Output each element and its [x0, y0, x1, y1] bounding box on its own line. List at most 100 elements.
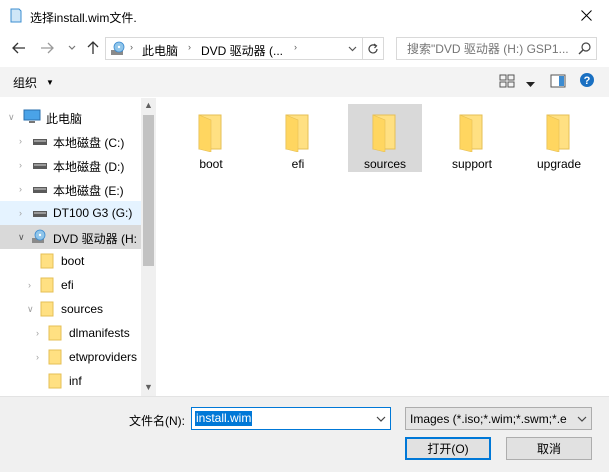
- cancel-button-label: 取消: [536, 442, 561, 456]
- tree-item-boot[interactable]: boot: [0, 249, 141, 273]
- tree-item-inf[interactable]: inf: [0, 369, 141, 393]
- drive-icon: [33, 187, 47, 193]
- close-button[interactable]: [563, 0, 609, 31]
- folder-icon: [40, 277, 54, 293]
- tree-item-label: inf: [69, 374, 82, 388]
- scroll-up-arrow-icon[interactable]: ▲: [144, 100, 153, 110]
- caret-down-icon: [526, 82, 535, 87]
- tree-item-label: boot: [61, 254, 85, 268]
- chevron-down-icon[interactable]: [376, 412, 386, 426]
- folder-name: boot: [199, 157, 223, 171]
- refresh-button[interactable]: [363, 37, 384, 60]
- tree-item-drive-c[interactable]: › 本地磁盘 (C:): [0, 129, 141, 153]
- folder-item-upgrade[interactable]: upgrade: [522, 104, 596, 172]
- address-bar[interactable]: › 此电脑 › DVD 驱动器 (... ›: [105, 37, 363, 60]
- tree-item-label: dlmanifests: [69, 326, 130, 340]
- tree-item-efi[interactable]: › efi: [0, 273, 141, 297]
- folder-item-support[interactable]: support: [435, 104, 509, 172]
- tree-item-label: 此电脑: [46, 112, 83, 126]
- file-type-select[interactable]: Images (*.iso;*.wim;*.swm;*.e: [405, 407, 592, 430]
- tree-item-label: 本地磁盘 (C:): [53, 136, 125, 150]
- tree-item-label: 本地磁盘 (E:): [53, 184, 124, 198]
- collapse-chevron-icon[interactable]: ∨: [8, 112, 15, 123]
- expand-chevron-icon[interactable]: ›: [36, 328, 39, 338]
- folder-icon: [40, 301, 54, 317]
- expand-chevron-icon[interactable]: ›: [19, 136, 22, 146]
- folder-icon: [546, 114, 570, 152]
- cancel-button[interactable]: 取消: [506, 437, 592, 460]
- view-options-button[interactable]: [526, 77, 535, 91]
- window-title: 选择install.wim文件.: [30, 11, 137, 25]
- folder-icon: [48, 373, 62, 389]
- breadcrumb-separator-icon: ›: [188, 42, 191, 52]
- navigation-pane: ∨ 此电脑 › 本地磁盘 (C:) › 本地磁盘 (D:) › 本地磁盘 (E:…: [0, 98, 156, 396]
- search-icon[interactable]: [578, 41, 592, 55]
- preview-pane-button[interactable]: [550, 73, 566, 92]
- refresh-icon: [368, 43, 378, 53]
- scrollbar-thumb[interactable]: [143, 115, 154, 266]
- expand-chevron-icon[interactable]: ›: [19, 160, 22, 170]
- chevron-down-icon: [577, 416, 587, 422]
- folder-name: efi: [291, 157, 305, 171]
- breadcrumb-this-pc[interactable]: 此电脑: [142, 42, 178, 59]
- address-history-chevron-icon[interactable]: [348, 46, 357, 52]
- change-view-button[interactable]: [499, 73, 515, 92]
- expand-chevron-icon[interactable]: ›: [28, 280, 31, 290]
- preview-pane-icon: [550, 74, 566, 88]
- recent-locations-button[interactable]: [63, 39, 81, 57]
- arrow-right-icon: [41, 42, 54, 54]
- folder-icon: [48, 349, 62, 365]
- drive-icon: [33, 163, 47, 169]
- scroll-down-arrow-icon[interactable]: ▼: [144, 382, 153, 392]
- help-button[interactable]: ?: [579, 72, 595, 91]
- tree-item-sources[interactable]: ∨ sources: [0, 297, 141, 321]
- tree-item-label: DT100 G3 (G:): [53, 206, 133, 220]
- navigation-pane-scrollbar[interactable]: ▲ ▼: [141, 98, 156, 396]
- tree-item-drive-g[interactable]: › DT100 G3 (G:): [0, 201, 141, 225]
- view-grid-icon: [499, 74, 515, 88]
- collapse-chevron-icon[interactable]: ∨: [18, 232, 25, 243]
- forward-button[interactable]: [38, 39, 56, 57]
- expand-chevron-icon[interactable]: ›: [19, 208, 22, 218]
- organize-label: 组织: [13, 76, 38, 90]
- up-button[interactable]: [84, 39, 102, 57]
- tree-item-this-pc[interactable]: ∨ 此电脑: [0, 105, 141, 129]
- computer-icon: [23, 109, 41, 123]
- arrow-left-icon: [12, 42, 25, 54]
- usb-drive-icon: [33, 211, 47, 217]
- folder-item-boot[interactable]: boot: [174, 104, 248, 172]
- tree-item-dlmanifests[interactable]: › dlmanifests: [0, 321, 141, 345]
- folder-item-sources[interactable]: sources: [348, 104, 422, 172]
- expand-chevron-icon[interactable]: ›: [19, 184, 22, 194]
- svg-text:?: ?: [584, 75, 591, 87]
- tree-item-label: 本地磁盘 (D:): [53, 160, 125, 174]
- tree-item-drive-d[interactable]: › 本地磁盘 (D:): [0, 153, 141, 177]
- back-button[interactable]: [10, 39, 28, 57]
- search-box[interactable]: [396, 37, 597, 60]
- dialog-footer: 文件名(N): install.wim Images (*.iso;*.wim;…: [0, 396, 609, 472]
- dvd-drive-icon: [32, 229, 46, 243]
- open-button[interactable]: 打开(O): [405, 437, 491, 460]
- tree-item-dvd-drive[interactable]: ∨ DVD 驱动器 (H:: [0, 225, 141, 249]
- breadcrumb-dvd-drive[interactable]: DVD 驱动器 (...: [201, 42, 283, 59]
- folder-item-efi[interactable]: efi: [261, 104, 335, 172]
- open-button-label: 打开(O): [427, 442, 469, 456]
- filename-input[interactable]: install.wim: [195, 411, 253, 426]
- app-icon: [10, 8, 22, 23]
- organize-button[interactable]: 组织 ▼: [13, 74, 54, 91]
- tree-item-drive-e[interactable]: › 本地磁盘 (E:): [0, 177, 141, 201]
- expand-chevron-icon[interactable]: ›: [36, 352, 39, 362]
- folder-name: support: [451, 157, 493, 171]
- dvd-drive-icon: [111, 41, 125, 55]
- search-input[interactable]: [405, 38, 580, 59]
- folder-name: upgrade: [536, 157, 582, 171]
- folder-icon: [48, 325, 62, 341]
- folder-icon: [198, 114, 222, 152]
- drive-icon: [33, 139, 47, 145]
- tree-item-etwproviders[interactable]: › etwproviders: [0, 345, 141, 369]
- filename-combobox[interactable]: install.wim: [191, 407, 391, 430]
- tree-item-label: etwproviders: [69, 350, 138, 364]
- collapse-chevron-icon[interactable]: ∨: [27, 304, 34, 315]
- chevron-down-icon: [68, 45, 76, 50]
- file-type-selected: Images (*.iso;*.wim;*.swm;*.e: [410, 412, 567, 426]
